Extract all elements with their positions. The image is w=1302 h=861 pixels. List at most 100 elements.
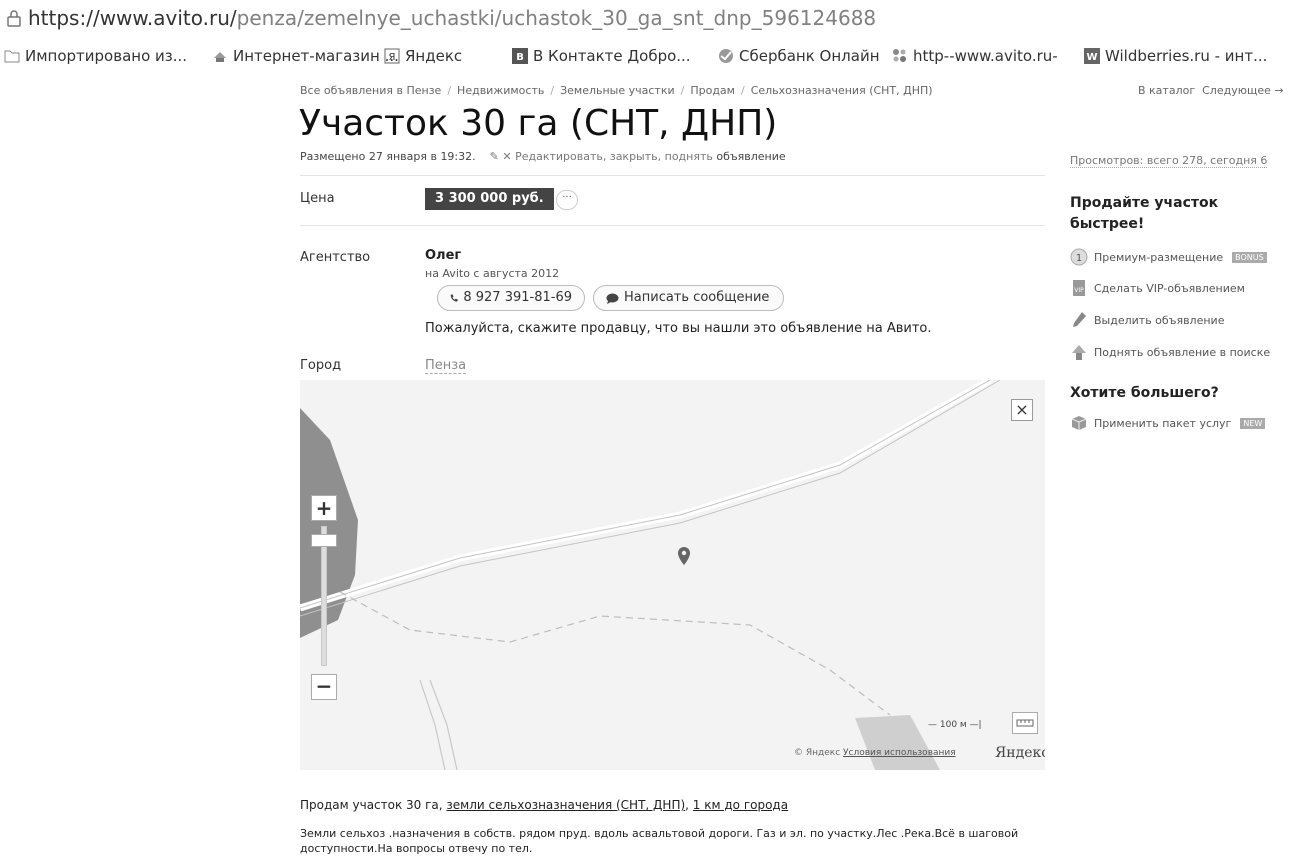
service-label: Поднять объявление в поиске [1094,345,1271,359]
divider [300,175,1045,176]
wildberries-icon: W [1084,48,1100,64]
svg-text:1: 1 [1076,253,1082,264]
close-icon: ✕ [502,150,512,163]
price-badge: 3 300 000 руб. [425,188,554,210]
bookmark-sberbank[interactable]: Сбербанк Онлайн [718,46,880,66]
map-canvas [300,380,1045,770]
page-title: Участок 30 га (СНТ, ДНП) [299,103,778,144]
bonus-badge: BONUS [1232,251,1267,263]
zoom-in-button[interactable]: + [311,495,337,521]
divider [300,225,1045,226]
map[interactable]: × + − — 100 м —| © Яндекс Условия исполь… [300,380,1045,770]
avito-icon [893,49,906,62]
view-counter[interactable]: Просмотров: всего 278, сегодня 6 [1070,154,1268,168]
breadcrumb-item[interactable]: Недвижимость [457,84,544,97]
map-copyright: © Яндекс Условия использования [794,748,956,758]
want-more-heading: Хотите большего? [1070,385,1219,401]
description-body: Земли сельхоз .назначения в собств. рядо… [300,827,1019,855]
edit-listing-link[interactable]: Редактировать, закрыть, поднять [515,150,713,163]
vk-icon: B [512,48,528,64]
bookmark-avito[interactable]: http--www.avito.ru- [892,46,1058,66]
bookmark-shop[interactable]: Интернет-магазин ... [212,46,399,66]
bookmarks-bar: Импортировано из... Интернет-магазин ...… [0,36,1302,76]
next-link[interactable]: Следующее → [1202,84,1283,97]
premium-icon: 1 [1070,248,1088,266]
service-raise[interactable]: Поднять объявление в поиске [1070,343,1270,361]
distance-link[interactable]: 1 км до города [693,798,788,812]
service-package[interactable]: Применить пакет услуг NEW [1070,414,1266,432]
url-text[interactable]: https://www.avito.ru/penza/zemelnye_ucha… [28,6,876,30]
bookmark-wildberries[interactable]: W Wildberries.ru - инт... [1084,46,1267,66]
breadcrumb-item[interactable]: Сельхозназначения (СНТ, ДНП) [751,84,933,97]
city-label: Город [300,358,342,373]
bookmark-label: В Контакте Добро... [533,47,691,65]
highlight-icon [1073,312,1086,327]
seller-since: на Avito с августа 2012 [425,267,560,280]
edit-suffix: объявление [716,150,786,163]
price-more-button[interactable]: ··· [556,190,578,210]
service-highlight[interactable]: Выделить объявление [1070,311,1224,329]
bookmark-vk[interactable]: B В Контакте Добро... [512,46,691,66]
address-bar[interactable]: https://www.avito.ru/penza/zemelnye_ucha… [0,0,1302,37]
phone-number: 8 927 391-81-69 [463,290,572,305]
service-label: Сделать VIP-объявлением [1094,281,1245,295]
vip-icon: VIP [1073,280,1085,296]
catalog-link[interactable]: В каталог [1138,84,1195,97]
service-vip[interactable]: VIP Сделать VIP-объявлением [1070,279,1245,297]
service-premium[interactable]: 1 Премиум-размещение BONUS [1070,248,1267,266]
raise-icon [1072,345,1086,360]
zoom-slider-handle[interactable] [311,534,337,547]
zoom-out-button[interactable]: − [311,674,337,700]
chat-bubble-icon [606,293,619,304]
seller-notice: Пожалуйста, скажите продавцу, что вы наш… [425,321,932,336]
bookmark-label: Wildberries.ru - инт... [1105,47,1268,65]
breadcrumb-item[interactable]: Земельные участки [560,84,675,97]
bookmark-label: Интернет-магазин ... [233,47,399,65]
sell-faster-heading: Продайте участок быстрее! [1070,193,1218,235]
zoom-slider-track[interactable] [321,526,327,666]
url-path: penza/zemelnye_uchastki/uchastok_30_ga_s… [236,6,877,30]
folder-icon [4,50,20,63]
pencil-icon: ✎ [489,150,499,163]
heading-line: Продайте участок [1070,195,1219,211]
yandex-icon: Я [384,48,400,64]
agency-label: Агентство [300,250,371,265]
summary-separator: , [685,798,693,812]
yandex-logo: Яндекс [995,745,1045,761]
map-scale: — 100 м —| [928,720,982,730]
service-label: Применить пакет услуг [1094,416,1232,430]
bookmark-label: http--www.avito.ru- [913,47,1058,65]
phone-button[interactable]: 8 927 391-81-69 [437,285,585,311]
bookmark-imported[interactable]: Импортировано из... [4,46,187,66]
price-label: Цена [300,191,335,206]
breadcrumb-item[interactable]: Продам [690,84,735,97]
breadcrumb-item[interactable]: Все объявления в Пензе [300,84,441,97]
copyright-text: © Яндекс [794,748,841,758]
breadcrumb: Все объявления в Пензе / Недвижимость / Земе… [300,84,933,97]
write-message-button[interactable]: Написать сообщение [593,285,784,311]
seller-name: Олег [425,248,462,263]
new-badge: NEW [1240,417,1266,429]
bookmark-yandex[interactable]: Я Яндекс [384,46,462,66]
bookmark-label: Яндекс [405,47,463,65]
listing-meta: Размещено 27 января в 19:32. ✎ ✕ Редакти… [300,150,786,163]
terms-link[interactable]: Условия использования [843,748,956,758]
write-message-label: Написать сообщение [624,290,770,305]
phone-icon [450,294,458,302]
posted-date: Размещено 27 января в 19:32. [300,150,476,163]
sberbank-icon [719,49,733,63]
package-icon [1071,416,1087,430]
summary-text: Продам участок 30 га, [300,798,447,812]
svg-text:B: B [516,52,524,63]
service-label: Премиум-размещение [1094,250,1224,264]
description-summary: Продам участок 30 га, земли сельхозназна… [300,798,788,812]
ruler-button[interactable] [1012,712,1038,734]
lock-icon [7,10,21,27]
map-close-button[interactable]: × [1011,399,1033,421]
category-link[interactable]: земли сельхозназначения (СНТ, ДНП) [446,798,685,812]
url-host: https://www.avito.ru/ [28,6,237,30]
bookmark-label: Импортировано из... [25,47,188,65]
listing-nav: В каталог Следующее → [1138,84,1284,97]
city-value-link[interactable]: Пенза [425,358,467,374]
svg-text:W: W [1086,52,1097,63]
